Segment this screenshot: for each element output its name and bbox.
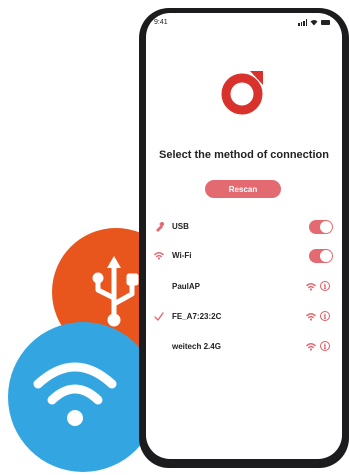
usb-toggle[interactable]: [309, 220, 333, 234]
wifi-icon: [154, 252, 164, 260]
info-icon[interactable]: i: [320, 341, 330, 351]
info-icon[interactable]: i: [320, 311, 330, 321]
status-icons: [298, 19, 330, 26]
phone-screen: 9:41 Select the method of connection Res…: [146, 13, 342, 459]
network-item-weitech[interactable]: weitech 2.4G i: [146, 339, 342, 357]
rescan-button[interactable]: Rescan: [205, 180, 281, 198]
wifi-badge-icon: [33, 362, 117, 426]
network-icons: i: [306, 311, 330, 321]
wifi-signal-icon: [306, 282, 316, 291]
toggle-knob: [320, 221, 332, 233]
connection-label-wifi: Wi-Fi: [172, 251, 192, 260]
network-name: PaulAP: [172, 282, 201, 291]
wifi-badge: [8, 322, 158, 472]
network-item-paulap[interactable]: PaulAP i: [146, 279, 342, 297]
info-icon[interactable]: i: [320, 281, 330, 291]
network-name: FE_A7:23:2C: [172, 312, 222, 321]
signal-icon: [298, 19, 307, 26]
page-title: Select the method of connection: [159, 149, 329, 161]
battery-icon: [321, 20, 330, 25]
network-icons: i: [306, 281, 330, 291]
connection-label-usb: USB: [172, 222, 189, 231]
wifi-toggle[interactable]: [309, 249, 333, 263]
wifi-signal-icon: [306, 312, 316, 321]
toggle-knob: [320, 250, 332, 262]
connection-row-wifi[interactable]: Wi-Fi: [146, 248, 342, 266]
checkmark-icon: [154, 312, 164, 321]
usb-icon: [156, 222, 164, 232]
status-bar: 9:41: [146, 13, 342, 33]
network-name: weitech 2.4G: [172, 342, 221, 351]
status-time: 9:41: [154, 19, 168, 26]
network-icons: i: [306, 341, 330, 351]
wifi-signal-icon: [306, 342, 316, 351]
app-logo: [221, 71, 263, 115]
wifi-status-icon: [310, 20, 318, 26]
network-item-fe-a7[interactable]: FE_A7:23:2C i: [146, 309, 342, 327]
connection-row-usb[interactable]: USB: [146, 219, 342, 237]
